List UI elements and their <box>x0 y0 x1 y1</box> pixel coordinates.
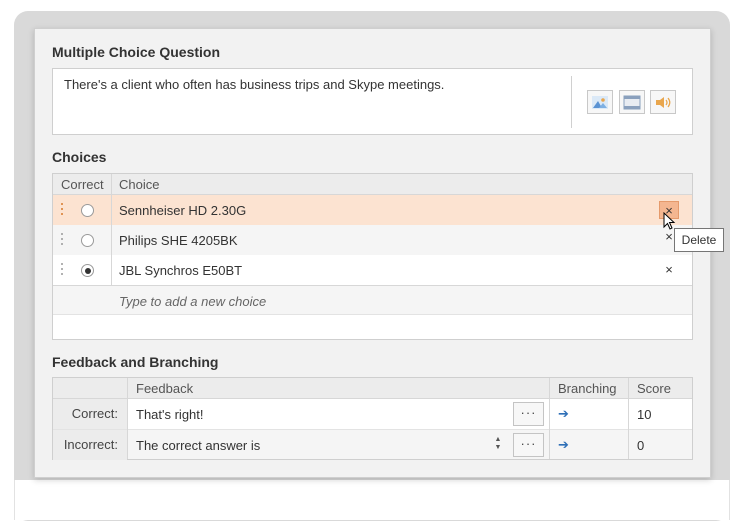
drag-handle-icon[interactable] <box>61 263 64 277</box>
choice-label[interactable]: JBL Synchros E50BT <box>119 263 242 278</box>
choices-header: Correct Choice <box>53 174 692 195</box>
feedback-row-incorrect: Incorrect: The correct answer is ▲ ▼ ··· … <box>53 429 692 460</box>
divider <box>571 76 572 128</box>
question-text-box[interactable]: There's a client who often has business … <box>52 68 693 135</box>
choice-row[interactable]: JBL Synchros E50BT × <box>53 255 692 285</box>
drag-handle-icon[interactable] <box>61 233 64 247</box>
choice-label[interactable]: Philips SHE 4205BK <box>119 233 238 248</box>
frame-bottom <box>14 480 730 520</box>
correct-radio[interactable] <box>81 204 94 217</box>
score-value[interactable]: 0 <box>637 438 644 453</box>
delete-tooltip: Delete <box>674 228 724 252</box>
feedback-title: Feedback and Branching <box>52 354 219 370</box>
col-feedback: Feedback <box>136 381 194 396</box>
col-branching: Branching <box>558 381 617 396</box>
insert-audio-button[interactable] <box>650 90 676 114</box>
branch-arrow-icon[interactable]: ➔ <box>558 437 569 453</box>
choice-label[interactable]: Sennheiser HD 2.30G <box>119 203 246 218</box>
add-choice-row[interactable]: Type to add a new choice <box>53 285 692 315</box>
col-choice: Choice <box>119 177 160 192</box>
column-divider <box>628 378 629 459</box>
audio-icon <box>656 96 671 108</box>
more-button[interactable]: ··· <box>513 402 544 426</box>
mouse-cursor-icon <box>663 212 676 230</box>
insert-video-button[interactable] <box>619 90 645 114</box>
branch-arrow-icon[interactable]: ➔ <box>558 406 569 422</box>
add-choice-placeholder[interactable]: Type to add a new choice <box>119 294 266 309</box>
correct-radio[interactable] <box>81 264 94 277</box>
column-divider <box>549 378 550 459</box>
choice-row[interactable]: Philips SHE 4205BK × <box>53 225 692 255</box>
correct-radio[interactable] <box>81 234 94 247</box>
image-icon <box>592 95 608 109</box>
row-label: Incorrect: <box>53 430 127 460</box>
col-correct: Correct <box>61 177 104 192</box>
feedback-table: Feedback Branching Score Correct: That's… <box>52 377 693 460</box>
feedback-row-correct: Correct: That's right! ··· ➔ 10 <box>53 399 692 429</box>
delete-icon[interactable]: × <box>659 261 679 279</box>
video-icon <box>623 95 641 109</box>
more-button[interactable]: ··· <box>513 433 544 457</box>
choice-row[interactable]: Sennheiser HD 2.30G × <box>53 195 692 225</box>
question-text[interactable]: There's a client who often has business … <box>64 77 444 92</box>
feedback-text[interactable]: The correct answer is <box>136 438 260 453</box>
choices-title: Choices <box>52 149 107 165</box>
choices-table: Correct Choice Sennheiser HD 2.30G × Phi… <box>52 173 693 340</box>
insert-image-button[interactable] <box>587 90 613 114</box>
col-score: Score <box>637 381 671 396</box>
scroll-spinner-icon[interactable]: ▲ ▼ <box>494 436 502 454</box>
feedback-text[interactable]: That's right! <box>136 407 204 422</box>
feedback-header: Feedback Branching Score <box>53 378 692 399</box>
score-value[interactable]: 10 <box>637 407 651 422</box>
drag-handle-icon[interactable] <box>61 203 64 217</box>
column-divider <box>127 378 128 459</box>
row-label: Correct: <box>53 399 127 429</box>
question-editor-panel: Multiple Choice Question There's a clien… <box>34 28 711 478</box>
question-title: Multiple Choice Question <box>52 44 221 60</box>
